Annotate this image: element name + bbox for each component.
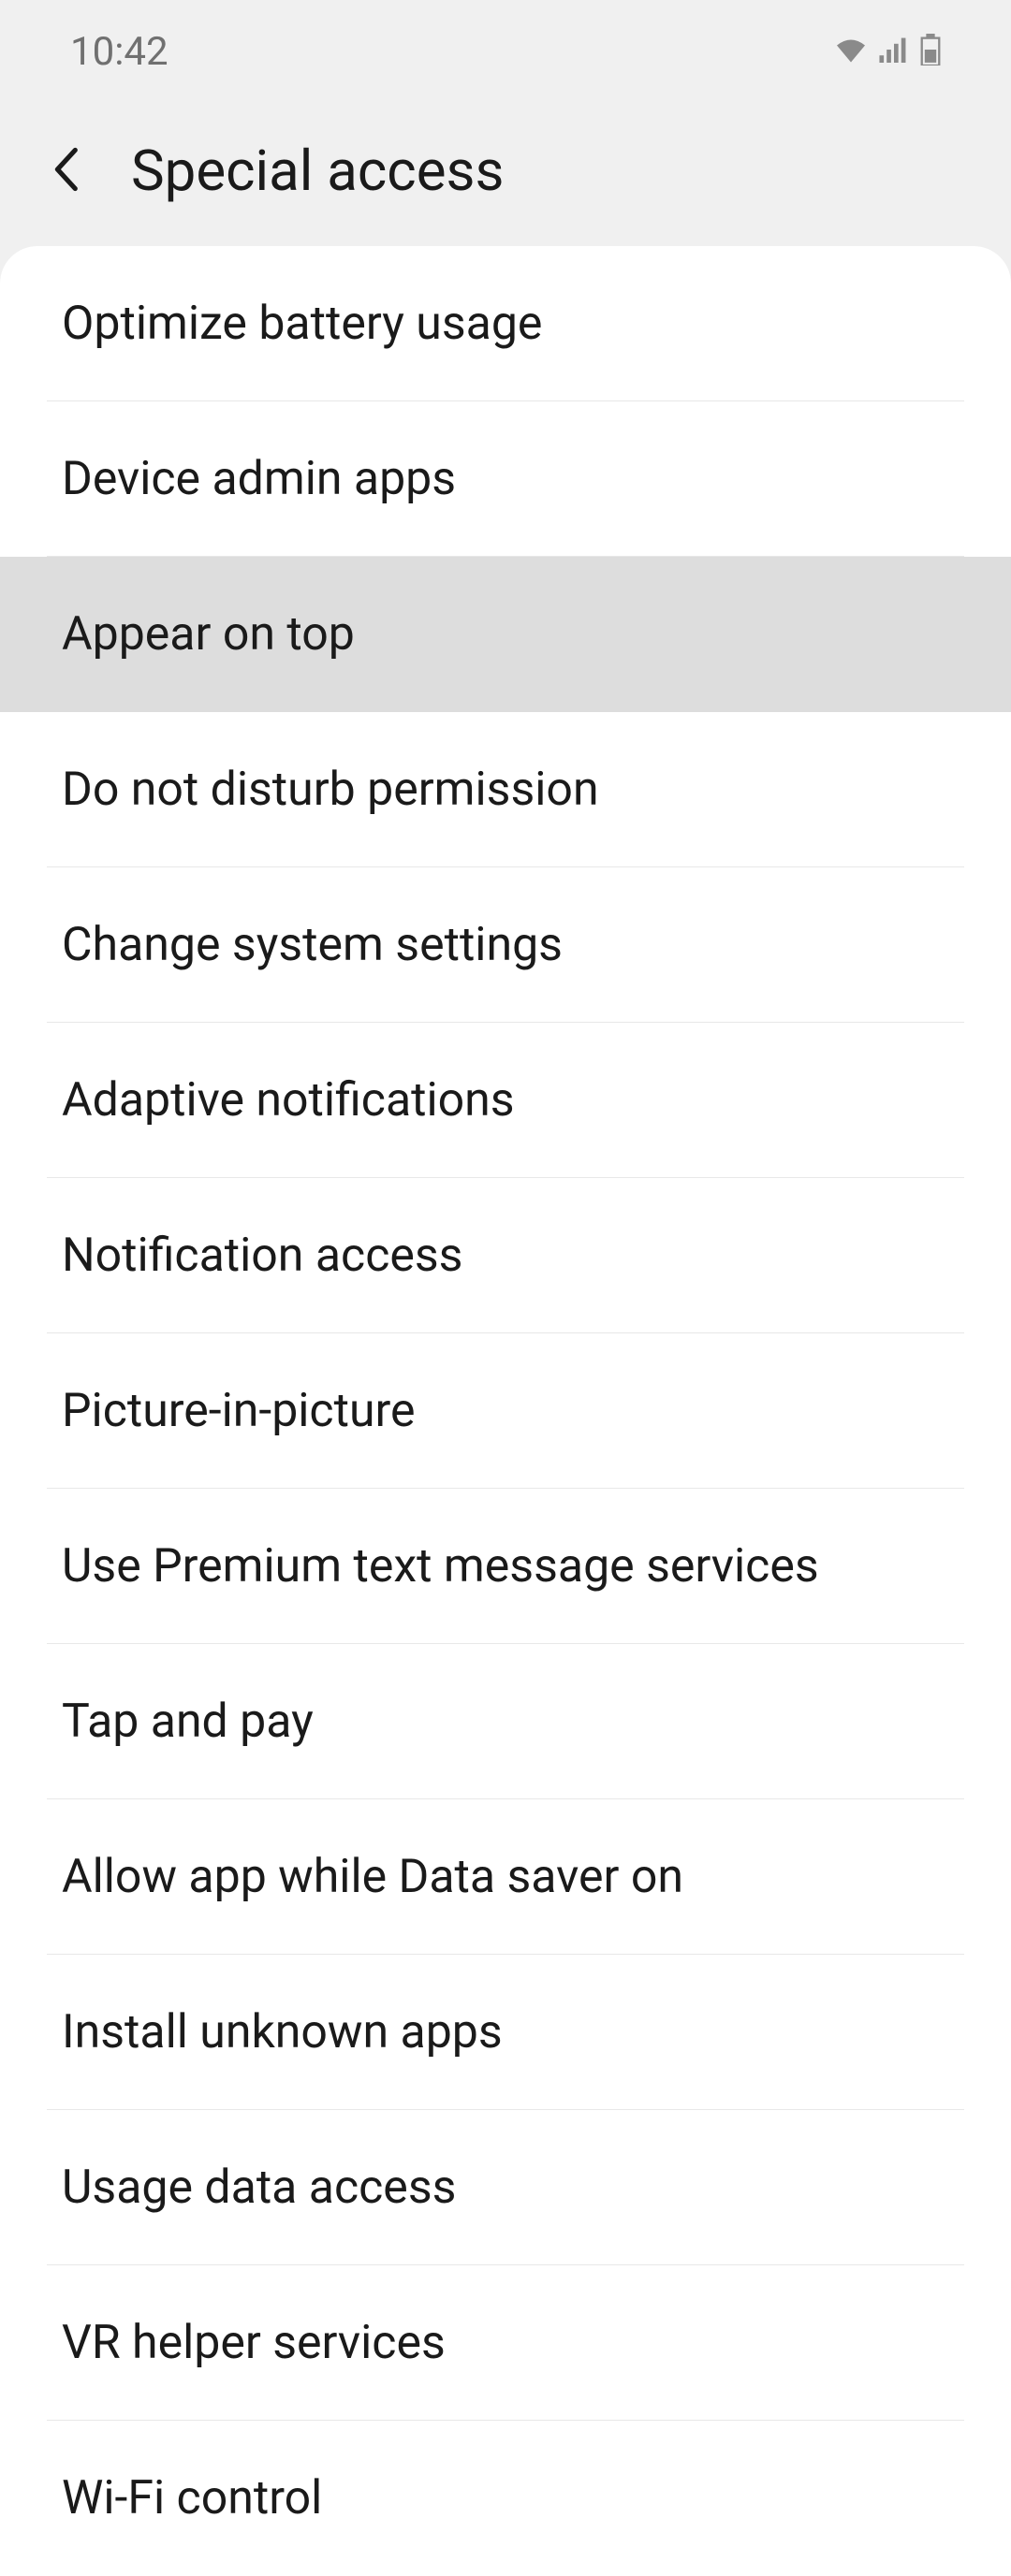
list-item[interactable]: Optimize battery usage [0, 246, 1011, 401]
status-icons [834, 34, 941, 69]
list-item[interactable]: Wi-Fi control [0, 2421, 1011, 2576]
list-item-label: Adaptive notifications [62, 1073, 515, 1128]
list-item[interactable]: Change system settings [0, 867, 1011, 1023]
list-item-label: Usage data access [62, 2161, 456, 2215]
chevron-left-icon [52, 147, 79, 196]
battery-icon [920, 34, 941, 69]
list-item[interactable]: Adaptive notifications [0, 1023, 1011, 1178]
list-item[interactable]: Appear on top [0, 557, 1011, 712]
list-item[interactable]: Notification access [0, 1178, 1011, 1333]
status-bar: 10:42 [0, 0, 1011, 103]
list-item[interactable]: Do not disturb permission [0, 712, 1011, 867]
back-button[interactable] [47, 143, 84, 199]
list-item[interactable]: Install unknown apps [0, 1955, 1011, 2110]
list-item-label: Change system settings [62, 918, 563, 972]
list-item-label: Appear on top [62, 607, 355, 662]
list-item[interactable]: VR helper services [0, 2265, 1011, 2421]
list-item-label: Do not disturb permission [62, 763, 599, 817]
settings-list: Optimize battery usage Device admin apps A… [0, 246, 1011, 2576]
wifi-icon [834, 36, 868, 66]
list-item[interactable]: Picture-in-picture [0, 1333, 1011, 1489]
page-title: Special access [131, 138, 504, 204]
list-item-label: Allow app while Data saver on [62, 1850, 683, 1904]
list-item-label: Picture-in-picture [62, 1384, 416, 1438]
list-item-label: VR helper services [62, 2316, 446, 2370]
list-item-label: Device admin apps [62, 452, 456, 506]
list-item[interactable]: Tap and pay [0, 1644, 1011, 1799]
list-item[interactable]: Allow app while Data saver on [0, 1799, 1011, 1955]
list-item[interactable]: Device admin apps [0, 401, 1011, 557]
list-item-label: Use Premium text message services [62, 1539, 819, 1594]
list-item-label: Notification access [62, 1229, 463, 1283]
list-item-label: Install unknown apps [62, 2005, 503, 2059]
status-time: 10:42 [70, 29, 168, 75]
list-item[interactable]: Usage data access [0, 2110, 1011, 2265]
list-item-label: Tap and pay [62, 1695, 314, 1749]
list-item-label: Wi-Fi control [62, 2471, 322, 2525]
list-item-label: Optimize battery usage [62, 297, 542, 351]
list-item[interactable]: Use Premium text message services [0, 1489, 1011, 1644]
header: Special access [0, 103, 1011, 239]
signal-icon [879, 36, 909, 66]
